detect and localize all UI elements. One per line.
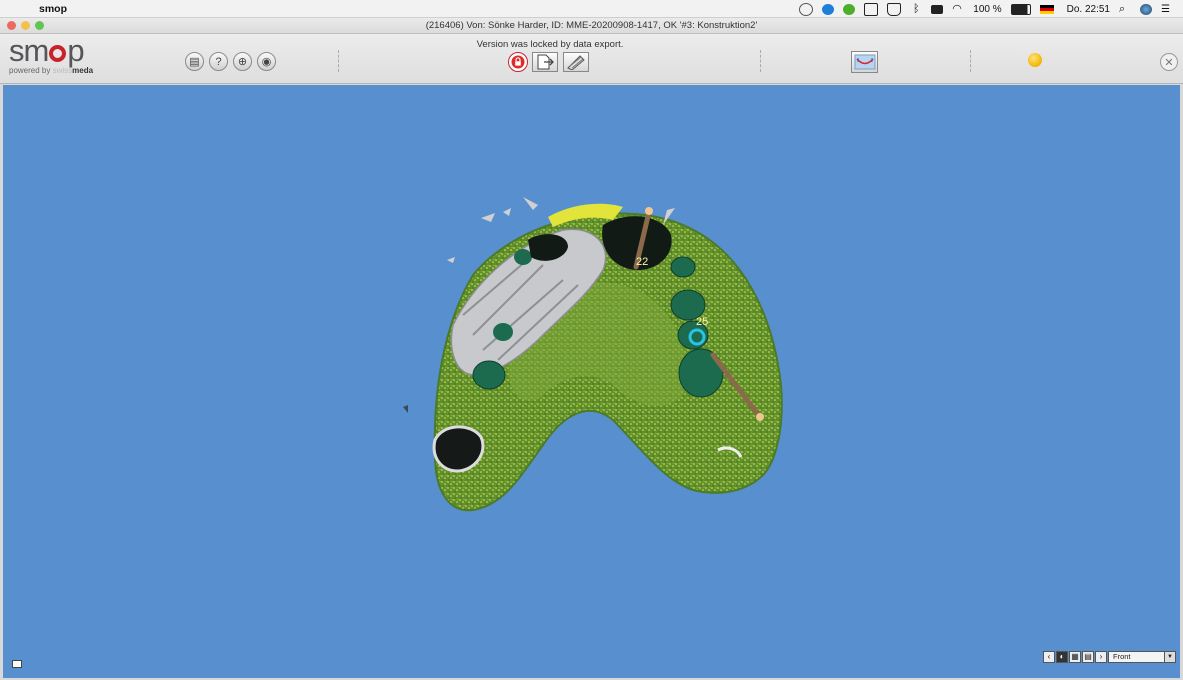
tooth-label-25[interactable]: 25 <box>696 316 708 328</box>
dental-scan-model[interactable] <box>3 85 1180 678</box>
keyboard-icon[interactable] <box>931 4 944 14</box>
help-button[interactable]: ? <box>209 52 228 71</box>
view-layout-button[interactable]: ▦ <box>1069 651 1081 663</box>
chevron-down-icon: ▼ <box>1164 652 1175 662</box>
toolbar-separator <box>338 50 340 72</box>
export-button[interactable] <box>532 52 558 72</box>
window-title: (216406) Von: Sönke Harder, ID: MME-2020… <box>425 20 758 31</box>
occlusion-view-button[interactable] <box>851 51 878 73</box>
close-case-button[interactable]: ✕ <box>1160 53 1178 71</box>
view-info-button[interactable]: ◐ <box>1056 651 1068 663</box>
status-indicator <box>1028 53 1042 67</box>
spotlight-search-icon[interactable]: ⌕ <box>1119 3 1131 15</box>
window-titlebar: (216406) Von: Sönke Harder, ID: MME-2020… <box>0 18 1183 34</box>
add-view-button[interactable]: ⊕ <box>233 52 252 71</box>
view-direction-value: Front <box>1113 652 1131 661</box>
add-view-icon: ⊕ <box>237 56 248 68</box>
wifi-icon[interactable]: ◠ <box>952 3 964 15</box>
export-icon <box>537 54 554 70</box>
user-avatar-icon[interactable] <box>1140 3 1152 15</box>
flag-de-icon[interactable] <box>1039 4 1054 14</box>
smop-logo: sm p powered by swissmeda <box>9 33 94 75</box>
save-icon: ▤ <box>189 56 200 68</box>
occlusion-curve-icon <box>854 54 875 70</box>
screenshot-button[interactable]: ◉ <box>257 52 276 71</box>
cloud-icon[interactable] <box>799 2 814 16</box>
edit-design-button[interactable] <box>563 52 589 72</box>
tooth-right-1 <box>670 256 696 278</box>
menubar-clock[interactable]: Do. 22:51 <box>1067 4 1110 15</box>
view-grid-button[interactable]: ▤ <box>1082 651 1094 663</box>
tooth-left-1 <box>472 360 506 390</box>
status-tray: ᛒ ◠ 100 % Do. 22:51 ⌕ ☰ <box>799 0 1173 18</box>
view-direction-select[interactable]: Front ▼ <box>1108 651 1176 663</box>
notification-center-icon[interactable]: ☰ <box>1161 4 1173 15</box>
app-status-icon[interactable] <box>822 3 835 15</box>
view-next-button[interactable]: › <box>1095 651 1107 663</box>
app-menu[interactable]: smop <box>39 3 67 15</box>
cavity-posterior-left <box>432 425 485 473</box>
viewport-corner-handle[interactable] <box>12 660 22 668</box>
lock-icon <box>511 55 525 69</box>
menu-bar: smop ᛒ ◠ 100 % Do. 22:51 ⌕ ☰ <box>0 0 1183 18</box>
sync-icon[interactable] <box>843 3 856 15</box>
lock-button[interactable] <box>508 52 528 72</box>
battery-percent: 100 % <box>973 3 1002 15</box>
view-prev-button[interactable]: ‹ <box>1043 651 1055 663</box>
view-controls: ‹ ◐ ▦ ▤ › Front ▼ <box>1043 650 1176 664</box>
design-tool-icon <box>567 55 585 70</box>
shield-icon[interactable] <box>887 2 902 16</box>
bluetooth-icon[interactable]: ᛒ <box>910 3 922 15</box>
battery-icon[interactable] <box>1010 3 1031 15</box>
tooth-label-22[interactable]: 22 <box>636 256 648 268</box>
lock-message: Version was locked by data export. <box>476 39 624 50</box>
tooth-left-3 <box>514 249 532 265</box>
display-icon[interactable] <box>864 2 879 16</box>
3d-viewport[interactable]: 22 25 ‹ ◐ ▦ ▤ › Front ▼ <box>3 85 1180 678</box>
help-icon: ? <box>215 55 222 68</box>
close-icon: ✕ <box>1164 56 1174 69</box>
toolbar-separator <box>760 50 762 72</box>
tooth-left-2 <box>493 323 513 341</box>
save-button[interactable]: ▤ <box>185 52 204 71</box>
logo-wordmark: sm p <box>9 33 85 68</box>
toolbar-separator <box>970 50 972 72</box>
logo-tagline: powered by swissmeda <box>9 66 94 75</box>
camera-icon: ◉ <box>261 56 272 68</box>
app-toolbar: sm p powered by swissmeda ▤ ? ⊕ ◉ Version… <box>0 34 1183 84</box>
